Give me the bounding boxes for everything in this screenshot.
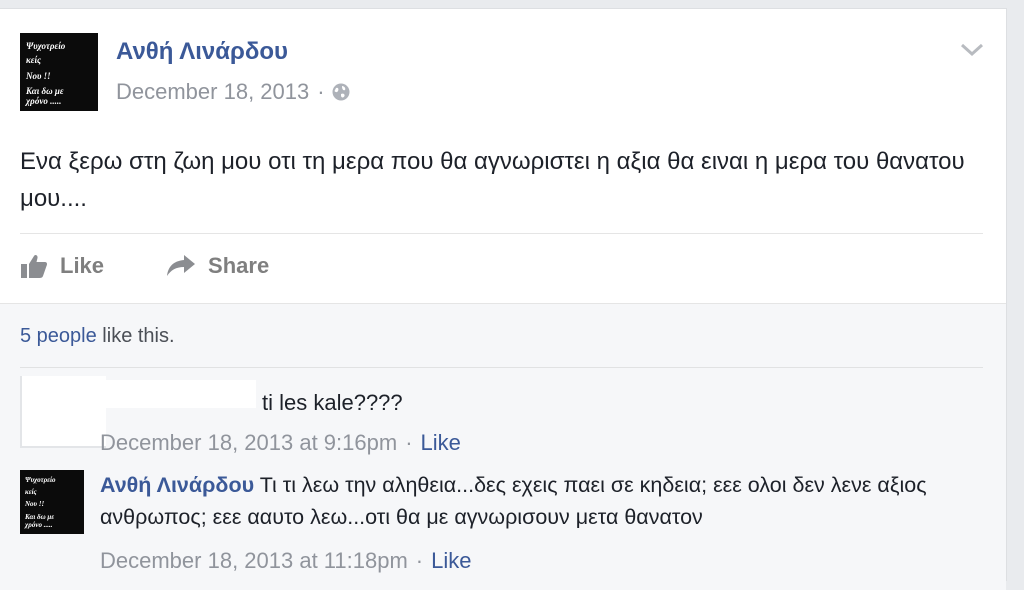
- post-date[interactable]: December 18, 2013: [116, 79, 309, 105]
- redacted-commenter-name[interactable]: [104, 380, 256, 408]
- avatar-text-line: Νου !!: [25, 500, 45, 508]
- comment-body: Ανθή Λινάρδου Τι τι λεω την αληθεια...δε…: [100, 469, 980, 533]
- post-text: Ενα ξερω στη ζωη μου οτι τη μερα που θα …: [20, 148, 965, 212]
- likes-suffix: like this.: [96, 325, 175, 347]
- avatar-text-line: χρόνο .....: [26, 96, 62, 106]
- avatar-text-line: Και δω με: [26, 86, 64, 96]
- avatar-text-line: Νου !!: [26, 71, 51, 81]
- post-author-name[interactable]: Ανθή Λινάρδου: [116, 38, 288, 66]
- avatar-text-line: χρόνο .....: [25, 521, 53, 529]
- comment-meta: December 18, 2013 at 9:16pm · Like: [100, 430, 461, 456]
- post-actions: Like Share: [20, 253, 269, 279]
- likes-summary: 5 people like this.: [20, 325, 175, 348]
- avatar-text-line: κείς: [25, 488, 37, 496]
- globe-icon[interactable]: [331, 82, 351, 102]
- commenter-avatar[interactable]: Ψυχοτρείο κείς Νου !! Και δω με χρόνο ..…: [20, 470, 84, 534]
- comment-like-link[interactable]: Like: [421, 430, 461, 456]
- like-label: Like: [60, 253, 105, 278]
- comment-meta: December 18, 2013 at 11:18pm · Like: [100, 548, 471, 574]
- divider: [20, 233, 983, 234]
- redacted-avatar[interactable]: [20, 376, 106, 448]
- author-avatar[interactable]: Ψυχοτρείο κείς Νου !! Και δω με χρόνο ..…: [20, 33, 98, 111]
- likes-count-link[interactable]: 5 people: [20, 325, 97, 347]
- comments-section: 5 people like this. ti les kale???? Dece…: [0, 303, 1006, 590]
- commenter-name[interactable]: Ανθή Λινάρδου: [100, 473, 254, 497]
- share-label: Share: [208, 253, 270, 278]
- comment-timestamp[interactable]: December 18, 2013 at 9:16pm: [100, 430, 397, 456]
- comment-like-link[interactable]: Like: [431, 548, 471, 574]
- divider: [20, 367, 983, 368]
- thumbs-up-icon: [21, 254, 47, 278]
- avatar-text-line: Ψυχοτρείο: [25, 476, 56, 484]
- like-button[interactable]: Like: [20, 253, 104, 279]
- share-arrow-icon: [167, 255, 196, 276]
- chevron-down-icon[interactable]: [958, 39, 986, 61]
- comment-timestamp[interactable]: December 18, 2013 at 11:18pm: [100, 548, 408, 574]
- avatar-text-line: Ψυχοτρείο: [26, 41, 66, 51]
- post-card: Ψυχοτρείο κείς Νου !! Και δω με χρόνο ..…: [0, 8, 1007, 590]
- meta-separator: ·: [405, 430, 413, 455]
- share-button[interactable]: Share: [166, 253, 269, 279]
- avatar-text-line: Και δω με: [25, 513, 55, 521]
- meta-separator: ·: [415, 548, 424, 573]
- avatar-text-line: κείς: [26, 55, 41, 65]
- post-meta: December 18, 2013 ·: [116, 79, 351, 105]
- meta-separator: ·: [317, 79, 325, 104]
- comment-text: ti les kale????: [262, 390, 403, 415]
